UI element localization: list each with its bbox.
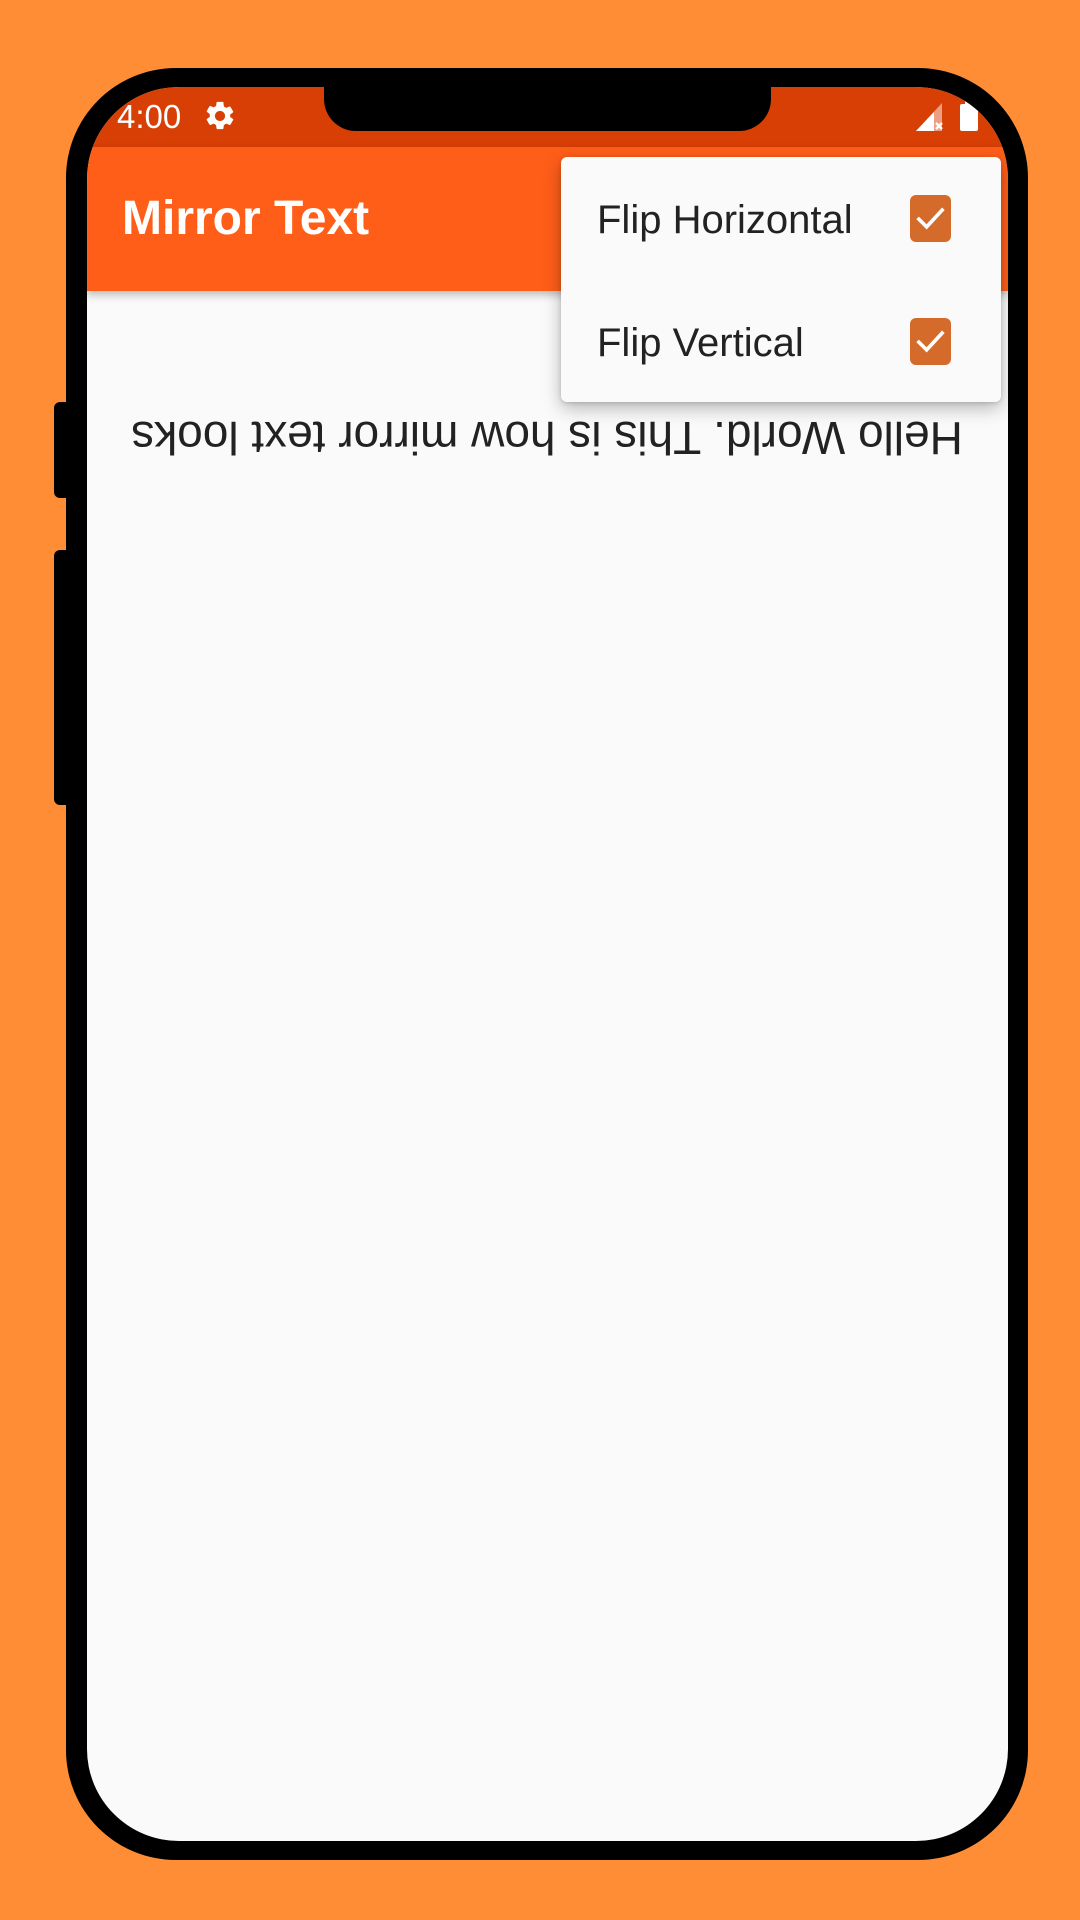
- checkmark-icon: [916, 330, 945, 353]
- battery-icon: [960, 101, 978, 131]
- mirrored-text: Hello World. This is how mirror text loo…: [131, 412, 963, 464]
- status-bar: 4:00: [87, 87, 1008, 147]
- flip-horizontal-checkbox[interactable]: [910, 195, 951, 242]
- overflow-menu: Flip Horizontal Flip Vertical: [561, 157, 1001, 402]
- gear-icon: [203, 99, 237, 133]
- checkmark-icon: [916, 207, 945, 230]
- menu-item-flip-horizontal[interactable]: Flip Horizontal: [561, 157, 1001, 277]
- menu-item-flip-vertical[interactable]: Flip Vertical: [561, 280, 1001, 400]
- menu-item-label: Flip Horizontal: [597, 198, 853, 242]
- app-title: Mirror Text: [122, 192, 370, 245]
- signal-icon: [914, 101, 946, 133]
- status-time: 4:00: [117, 98, 182, 135]
- camera-notch: [324, 87, 771, 131]
- phone-screen: 4:00 Mirror Text Hello World. This is ho…: [87, 87, 1008, 1841]
- menu-item-label: Flip Vertical: [597, 321, 804, 365]
- flip-vertical-checkbox[interactable]: [910, 318, 951, 365]
